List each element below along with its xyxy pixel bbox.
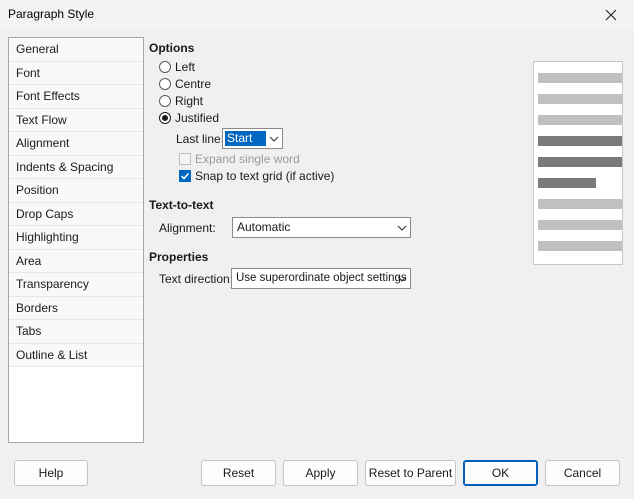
title-bar: Paragraph Style (0, 0, 634, 30)
preview-line (538, 73, 622, 83)
sidebar-item-area[interactable]: Area (9, 249, 143, 273)
text-direction-value: Use superordinate object settings (236, 272, 407, 284)
sidebar-item-label: Tabs (16, 324, 42, 338)
sidebar-item-font-effects[interactable]: Font Effects (9, 85, 143, 109)
preview-line (538, 115, 622, 125)
sidebar-item-label: General (16, 42, 59, 56)
sidebar-item-label: Highlighting (16, 230, 79, 244)
chevron-down-icon (394, 269, 410, 288)
sidebar-item-label: Indents & Spacing (16, 159, 114, 174)
apply-button[interactable]: Apply (283, 460, 358, 486)
sidebar-item-label: Position (16, 183, 59, 197)
alignment-label: Alignment: (159, 221, 216, 235)
preview-line (538, 94, 622, 104)
sidebar-item-label: Outline & List (16, 347, 88, 362)
sidebar-item-outline-list[interactable]: Outline & List (9, 343, 143, 367)
preview-line (538, 241, 622, 251)
checkbox-box (179, 153, 191, 165)
radio-label: Right (175, 94, 204, 108)
close-button[interactable] (588, 0, 634, 30)
help-button[interactable]: Help (14, 460, 88, 486)
sidebar-item-label: Area (16, 253, 42, 268)
button-label: Cancel (563, 466, 602, 480)
radio-circle (159, 78, 171, 90)
alignment-preview (533, 61, 623, 265)
sidebar-item-general[interactable]: General (9, 38, 143, 62)
sidebar-item-label: Text Flow (16, 112, 67, 127)
align-centre-radio[interactable]: Centre (159, 76, 211, 92)
preview-line-active (538, 136, 622, 146)
checkbox-label: Snap to text grid (if active) (195, 169, 335, 183)
text-alignment-value: Automatic (237, 220, 291, 234)
last-line-value: Start (224, 130, 267, 147)
preview-line-active (538, 178, 596, 188)
sidebar-item-borders[interactable]: Borders (9, 296, 143, 320)
preview-line (538, 220, 622, 230)
properties-heading: Properties (149, 250, 209, 264)
radio-label: Justified (175, 111, 220, 125)
button-label: Reset (222, 466, 255, 480)
window-title: Paragraph Style (8, 7, 95, 21)
sidebar-item-transparency[interactable]: Transparency (9, 273, 143, 297)
sidebar-item-font[interactable]: Font (9, 61, 143, 85)
sidebar-item-alignment[interactable]: Alignment (9, 132, 143, 156)
cancel-button[interactable]: Cancel (545, 460, 620, 486)
sidebar-item-text-flow[interactable]: Text Flow (9, 108, 143, 132)
options-heading: Options (149, 41, 195, 55)
category-list: General Font Font Effects Text Flow Alig… (8, 37, 144, 443)
text-direction-label: Text direction: (159, 272, 234, 286)
chevron-down-icon (394, 218, 410, 237)
expand-single-word-checkbox[interactable]: Expand single word (179, 151, 300, 167)
text-alignment-dropdown[interactable]: Automatic (232, 217, 411, 238)
sidebar-item-label: Alignment (16, 136, 70, 150)
sidebar-item-label: Drop Caps (16, 206, 74, 221)
radio-circle (159, 61, 171, 73)
last-line-dropdown[interactable]: Start (222, 128, 283, 149)
sidebar-item-label: Font Effects (16, 89, 80, 103)
align-right-radio[interactable]: Right (159, 93, 203, 109)
checkbox-label: Expand single word (195, 152, 300, 166)
radio-label: Centre (175, 77, 212, 91)
sidebar-item-label: Borders (16, 300, 59, 315)
sidebar-item-highlighting[interactable]: Highlighting (9, 226, 143, 250)
snap-to-grid-checkbox[interactable]: Snap to text grid (if active) (179, 168, 334, 184)
text-to-text-heading: Text-to-text (149, 198, 214, 212)
radio-circle (159, 95, 171, 107)
preview-line-active (538, 157, 622, 167)
radio-circle-checked (159, 112, 171, 124)
sidebar-item-drop-caps[interactable]: Drop Caps (9, 202, 143, 226)
align-justified-radio[interactable]: Justified (159, 110, 219, 126)
align-left-radio[interactable]: Left (159, 59, 195, 75)
button-label: Reset to Parent (368, 466, 453, 480)
text-direction-dropdown[interactable]: Use superordinate object settings (231, 268, 411, 289)
chevron-down-icon (266, 129, 282, 148)
checkmark-icon (179, 170, 191, 182)
sidebar-item-label: Font (16, 65, 41, 80)
reset-to-parent-button[interactable]: Reset to Parent (365, 460, 456, 486)
button-label: OK (491, 466, 510, 480)
button-label: Help (38, 466, 64, 480)
button-label: Apply (305, 466, 336, 480)
close-icon (605, 9, 617, 21)
last-line-label: Last line: (176, 132, 225, 146)
sidebar-item-tabs[interactable]: Tabs (9, 320, 143, 344)
reset-button[interactable]: Reset (201, 460, 276, 486)
ok-button[interactable]: OK (463, 460, 538, 486)
sidebar-item-position[interactable]: Position (9, 179, 143, 203)
preview-line (538, 199, 622, 209)
sidebar-item-label: Transparency (16, 277, 89, 291)
radio-label: Left (175, 60, 196, 74)
sidebar-item-indents-spacing[interactable]: Indents & Spacing (9, 155, 143, 179)
